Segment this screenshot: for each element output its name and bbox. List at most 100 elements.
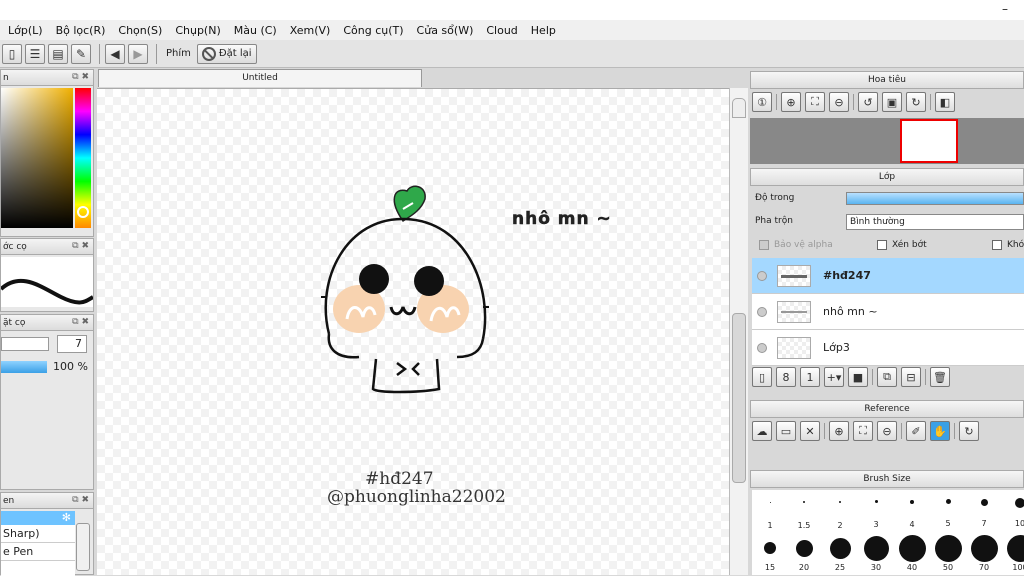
zoom-out-icon[interactable]: ⊖ <box>829 92 849 112</box>
protect-alpha-label: Bảo vệ alpha <box>774 240 833 250</box>
trash-icon[interactable]: 🗑 <box>930 367 950 387</box>
zoom-actual-icon[interactable]: ① <box>752 92 772 112</box>
menu-select[interactable]: Chọn(S) <box>118 24 162 37</box>
lock-checkbox[interactable]: Khó <box>992 240 1024 250</box>
size-cell[interactable]: 30 <box>858 536 894 572</box>
visibility-icon[interactable] <box>757 270 767 281</box>
brush-list-selected[interactable]: ✻ <box>1 511 75 525</box>
size-cell[interactable]: 20 <box>786 540 822 572</box>
rotate-right-icon[interactable]: ↻ <box>906 92 926 112</box>
menu-tools[interactable]: Công cụ(T) <box>343 24 403 37</box>
fit-icon[interactable]: ⛶ <box>853 421 873 441</box>
folder-icon[interactable]: ■ <box>848 367 868 387</box>
layer-name: #hđ247 <box>823 269 871 282</box>
hand-icon[interactable]: ✋ <box>930 421 950 441</box>
page-icon-button[interactable]: ▯ <box>2 43 22 64</box>
reset-button[interactable]: Đặt lại <box>196 43 257 64</box>
properties-icon-button[interactable]: ▤ <box>48 43 68 64</box>
brush-size-header: Brush Size <box>750 470 1024 488</box>
close-icon[interactable]: ✕ <box>800 421 820 441</box>
redo-button[interactable]: ▶ <box>128 43 148 64</box>
size-cell[interactable]: 25 <box>822 538 858 572</box>
clipping-checkbox[interactable]: Xén bớt <box>877 240 927 250</box>
size-cell[interactable]: 70 <box>966 535 1002 572</box>
saturation-value-picker[interactable] <box>1 88 73 228</box>
undo-icon: ◀ <box>110 46 120 61</box>
menu-window[interactable]: Cửa sổ(W) <box>417 24 474 37</box>
new-1bit-layer-icon[interactable]: 1 <box>800 367 820 387</box>
visibility-icon[interactable] <box>757 342 767 353</box>
menu-cloud[interactable]: Cloud <box>486 24 517 37</box>
size-label: 40 <box>906 563 918 572</box>
list-item[interactable]: e Pen <box>1 543 75 561</box>
undo-button[interactable]: ◀ <box>105 43 125 64</box>
checkbox-box <box>759 240 769 250</box>
menu-filter[interactable]: Bộ lọc(R) <box>56 24 106 37</box>
size-cell[interactable]: 50 <box>930 535 966 572</box>
separator <box>930 94 931 110</box>
open-folder-icon[interactable]: ▭ <box>776 421 796 441</box>
size-cell[interactable]: 7 <box>966 499 1002 528</box>
navigator-header: Hoa tiêu <box>750 71 1024 89</box>
size-cell[interactable]: 5 <box>930 499 966 528</box>
size-cell[interactable]: 40 <box>894 535 930 572</box>
new-layer-icon[interactable]: ▯ <box>752 367 772 387</box>
size-cell[interactable]: 15 <box>752 542 788 572</box>
panel-close-icon[interactable]: ⧉ ✖ <box>72 495 89 505</box>
brush-opacity-slider[interactable] <box>1 361 47 373</box>
navigator-thumbnail[interactable] <box>900 119 958 163</box>
panel-close-icon[interactable]: ⧉ ✖ <box>72 72 89 82</box>
layer-row[interactable]: #hđ247 <box>752 258 1024 294</box>
canvas-scrollbar[interactable] <box>729 88 748 575</box>
size-cell[interactable]: 4 <box>894 500 930 529</box>
list-item[interactable]: Sharp) <box>1 525 75 543</box>
gear-icon[interactable]: ✻ <box>62 511 71 524</box>
document-icon-button[interactable]: ☰ <box>25 43 45 64</box>
menu-help[interactable]: Help <box>531 24 556 37</box>
size-cell[interactable]: 2 <box>822 501 858 530</box>
visibility-icon[interactable] <box>757 306 767 317</box>
zoom-out-icon[interactable]: ⊖ <box>877 421 897 441</box>
zoom-in-icon[interactable]: ⊕ <box>781 92 801 112</box>
document-tab[interactable]: Untitled <box>98 69 422 87</box>
size-cell[interactable]: 100 <box>1002 535 1024 572</box>
rotate-icon[interactable]: ↻ <box>959 421 979 441</box>
rotate-left-icon[interactable]: ↺ <box>858 92 878 112</box>
layer-opacity-slider[interactable] <box>846 192 1024 205</box>
size-cell[interactable]: 1 <box>752 502 788 530</box>
menu-layer[interactable]: Lớp(L) <box>8 24 43 37</box>
menu-capture[interactable]: Chụp(N) <box>175 24 220 37</box>
size-cell[interactable]: 10 <box>1002 498 1024 528</box>
menu-view[interactable]: Xem(V) <box>290 24 331 37</box>
layer-row[interactable]: Lớp3 <box>752 330 1024 366</box>
scroll-thumb[interactable] <box>732 313 746 483</box>
scroll-up-arrow[interactable] <box>732 98 746 118</box>
blend-mode-select[interactable]: Bình thường <box>846 214 1024 230</box>
zoom-in-icon[interactable]: ⊕ <box>829 421 849 441</box>
brush-control-header: ặt cọ ⧉ ✖ <box>1 315 93 331</box>
add-layer-menu-icon[interactable]: +▾ <box>824 367 844 387</box>
brush-size-slider[interactable] <box>1 337 49 351</box>
protect-alpha-checkbox[interactable]: Bảo vệ alpha <box>759 240 833 250</box>
eyedropper-icon[interactable]: ✐ <box>906 421 926 441</box>
duplicate-layer-icon[interactable]: ⧉ <box>877 367 897 387</box>
cloud-icon[interactable]: ☁ <box>752 421 772 441</box>
minimize-button[interactable]: – <box>1002 2 1008 16</box>
layer-row[interactable]: nhô mn ~ <box>752 294 1024 330</box>
size-cell[interactable]: 3 <box>858 500 894 529</box>
brush-list-scrollbar[interactable] <box>76 523 90 571</box>
fit-icon[interactable]: ⛶ <box>805 92 825 112</box>
menu-color[interactable]: Màu (C) <box>234 24 277 37</box>
merge-layer-icon[interactable]: ⊟ <box>901 367 921 387</box>
new-8bit-layer-icon[interactable]: 8 <box>776 367 796 387</box>
brush-size-value[interactable]: 7 <box>57 335 87 353</box>
hue-knob[interactable] <box>77 206 89 218</box>
flip-icon[interactable]: ◧ <box>935 92 955 112</box>
reset-rotation-icon[interactable]: ▣ <box>882 92 902 112</box>
panel-close-icon[interactable]: ⧉ ✖ <box>72 317 89 327</box>
separator <box>954 423 955 439</box>
size-cell[interactable]: 1.5 <box>786 501 822 530</box>
panel-close-icon[interactable]: ⧉ ✖ <box>72 241 89 251</box>
edit-icon-button[interactable]: ✎ <box>71 43 91 64</box>
drawing-canvas[interactable]: nhô mn ~ #hđ247 @phuonglinha22002 <box>97 88 729 575</box>
